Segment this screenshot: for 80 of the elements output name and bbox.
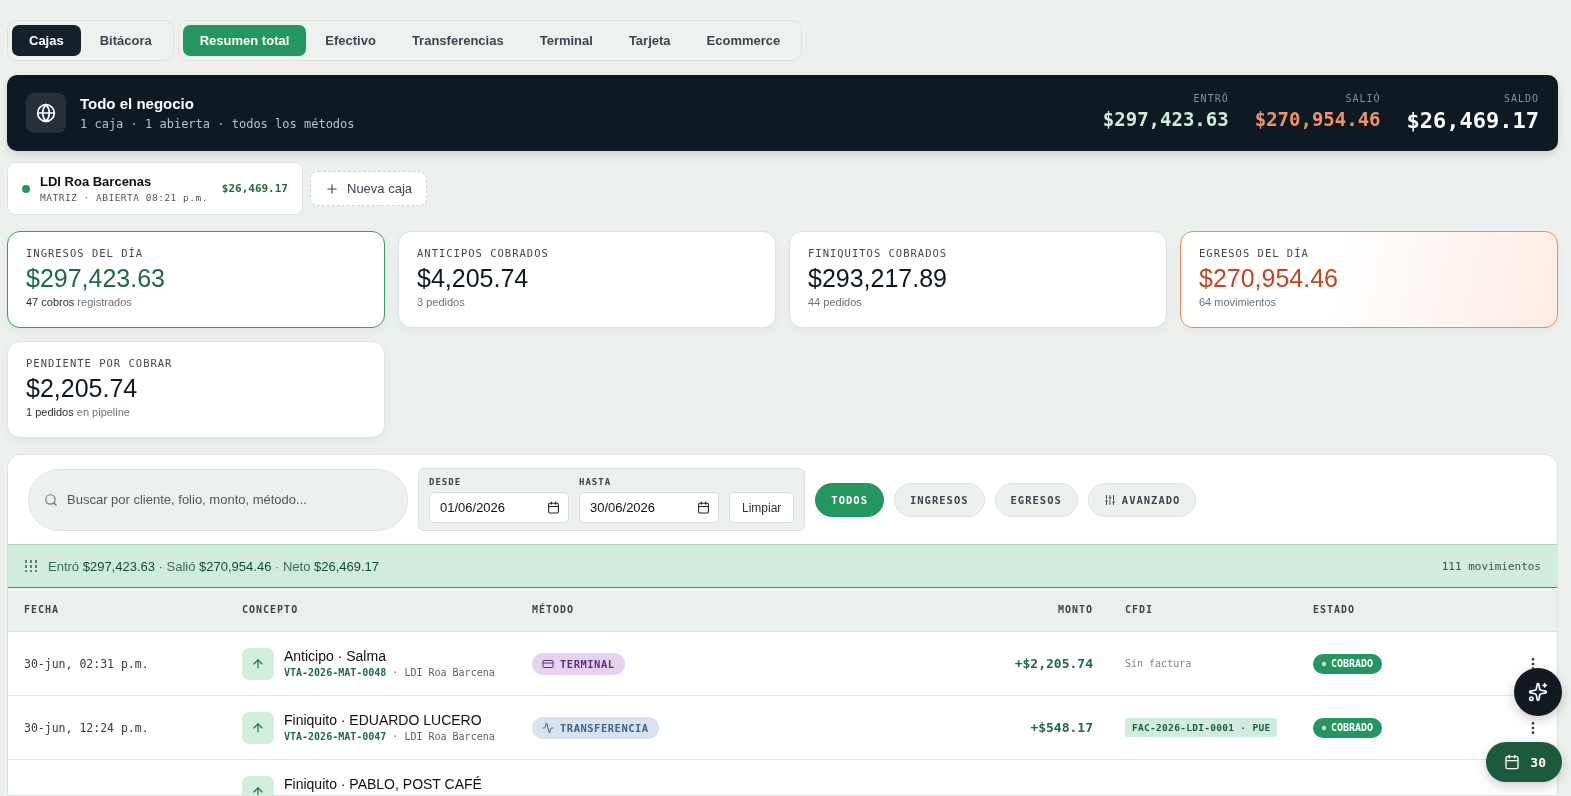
plus-icon [325,181,339,196]
stat-detail: 64 movimientos [1199,296,1278,308]
register-amount: $26,469.17 [221,182,288,195]
globe-icon [26,93,66,133]
stat-label: PENDIENTE POR COBRAR [26,357,174,369]
sliders-icon [1103,493,1116,506]
stat-value: $293,217.89 [808,264,949,293]
method-tab[interactable]: Efectivo [308,25,393,56]
filter-chip[interactable]: AVANZADO [1087,482,1197,517]
search-field[interactable]: Buscar por cliente, folio, monto, método... [28,468,408,531]
amount-cell: +$548.17 [1030,720,1093,735]
date-label: DESDE [429,477,463,487]
filter-chip[interactable]: TODOS [815,482,884,517]
view-tab[interactable]: Bitácora [82,25,169,56]
no-invoice-text: Sin factura [1125,658,1192,669]
date-label: HASTA [579,477,613,487]
concept-title: Finiquito · EDUARDO LUCERO [284,711,483,728]
new-register-button[interactable]: Nueva caja [310,171,428,206]
total-label: SALIÓ [1345,93,1381,104]
method-tab[interactable]: Terminal [522,25,610,56]
method-badge: TRANSFERENCIA [532,716,659,739]
register-card[interactable]: LDI Roa Barcenas MATRIZ · ABIERTA 08:21 p.m. $26,469.17 [7,162,303,215]
calendar-icon [1504,754,1521,770]
sparkle-icon [1528,682,1548,702]
movement-count: 111 movimientos [1441,559,1541,573]
total-value: $26,469.17 [1406,108,1539,133]
date-cell: 30-jun, 02:31 p.m. [24,656,149,671]
folio-text: VTA-2026-MAT-0048 [284,666,387,680]
stat-detail: 1 pedidos en pipeline [26,406,131,418]
date-field[interactable]: 01/06/2026 [429,492,569,523]
invoice-tag: FAC-2026-LDI-0001 · PUE [1125,718,1278,737]
total-label: ENTRÓ [1193,93,1229,104]
stat-value: $4,205.74 [417,264,530,293]
amount-cell: +$2,205.74 [1014,656,1093,671]
stat-detail: 3 pedidos [417,296,466,308]
column-header: FECHA [23,604,61,615]
concept-title: Finiquito · PABLO, POST CAFÉ [284,775,482,792]
stat-detail: 44 pedidos [808,296,863,308]
column-header: ESTADO [1312,604,1357,615]
calendar-button[interactable]: 30 [1486,742,1562,782]
method-tab[interactable]: Ecommerce [689,25,798,56]
status-badge: COBRADO [1313,653,1383,674]
search-icon [44,492,58,507]
folio-text: VTA-2026-MAT-0047 [284,730,387,744]
concept-title: Anticipo · Salma [284,647,387,664]
stat-value: $2,205.74 [26,374,139,403]
stat-label: FINIQUITOS COBRADOS [808,247,949,259]
date-cell: 30-jun, 12:24 p.m. [24,720,149,735]
column-header: MÉTODO [531,604,576,615]
branch-text: · LDI Roa Barcena [392,730,495,744]
register-name: LDI Roa Barcenas [40,174,153,189]
calendar-icon [547,501,560,514]
calendar-icon [697,501,710,514]
banner-title: Todo el negocio [80,95,195,112]
filter-chip[interactable]: INGRESOS [893,482,985,517]
total-value: $270,954.46 [1254,108,1381,130]
branch-text: · LDI Roa Barcena [392,666,495,680]
status-badge: COBRADO [1313,717,1383,738]
method-badge: TERMINAL [532,652,625,675]
filter-chip[interactable]: EGRESOS [994,482,1078,517]
method-tab[interactable]: Resumen total [182,25,307,56]
date-field[interactable]: 30/06/2026 [579,492,719,523]
stat-label: EGRESOS DEL DÍA [1199,247,1310,259]
view-tab[interactable]: Cajas [12,25,81,56]
stat-label: ANTICIPOS COBRADOS [417,247,550,259]
stat-label: INGRESOS DEL DÍA [26,247,145,259]
total-label: SALDO [1503,93,1539,104]
column-header: CONCEPTO [241,604,300,615]
method-tab[interactable]: Tarjeta [611,25,688,56]
clear-button[interactable]: Limpiar [729,492,795,523]
total-value: $297,423.63 [1102,108,1229,130]
totals-summary: Entró $297,423.63 · Salió $270,954.46 · Neto $26,469.17 [48,558,380,574]
stat-detail: 47 cobros registrados [26,296,133,308]
method-tab[interactable]: Transferencias [394,25,521,56]
column-header: CFDI [1124,604,1155,615]
column-header: MONTO [1056,604,1094,615]
stat-value: $297,423.63 [26,264,167,293]
stat-value: $270,954.46 [1199,264,1340,293]
register-meta: MATRIZ · ABIERTA 08:21 p.m. [40,192,208,203]
banner-subtitle: 1 caja · 1 abierta · todos los métodos [80,117,355,131]
